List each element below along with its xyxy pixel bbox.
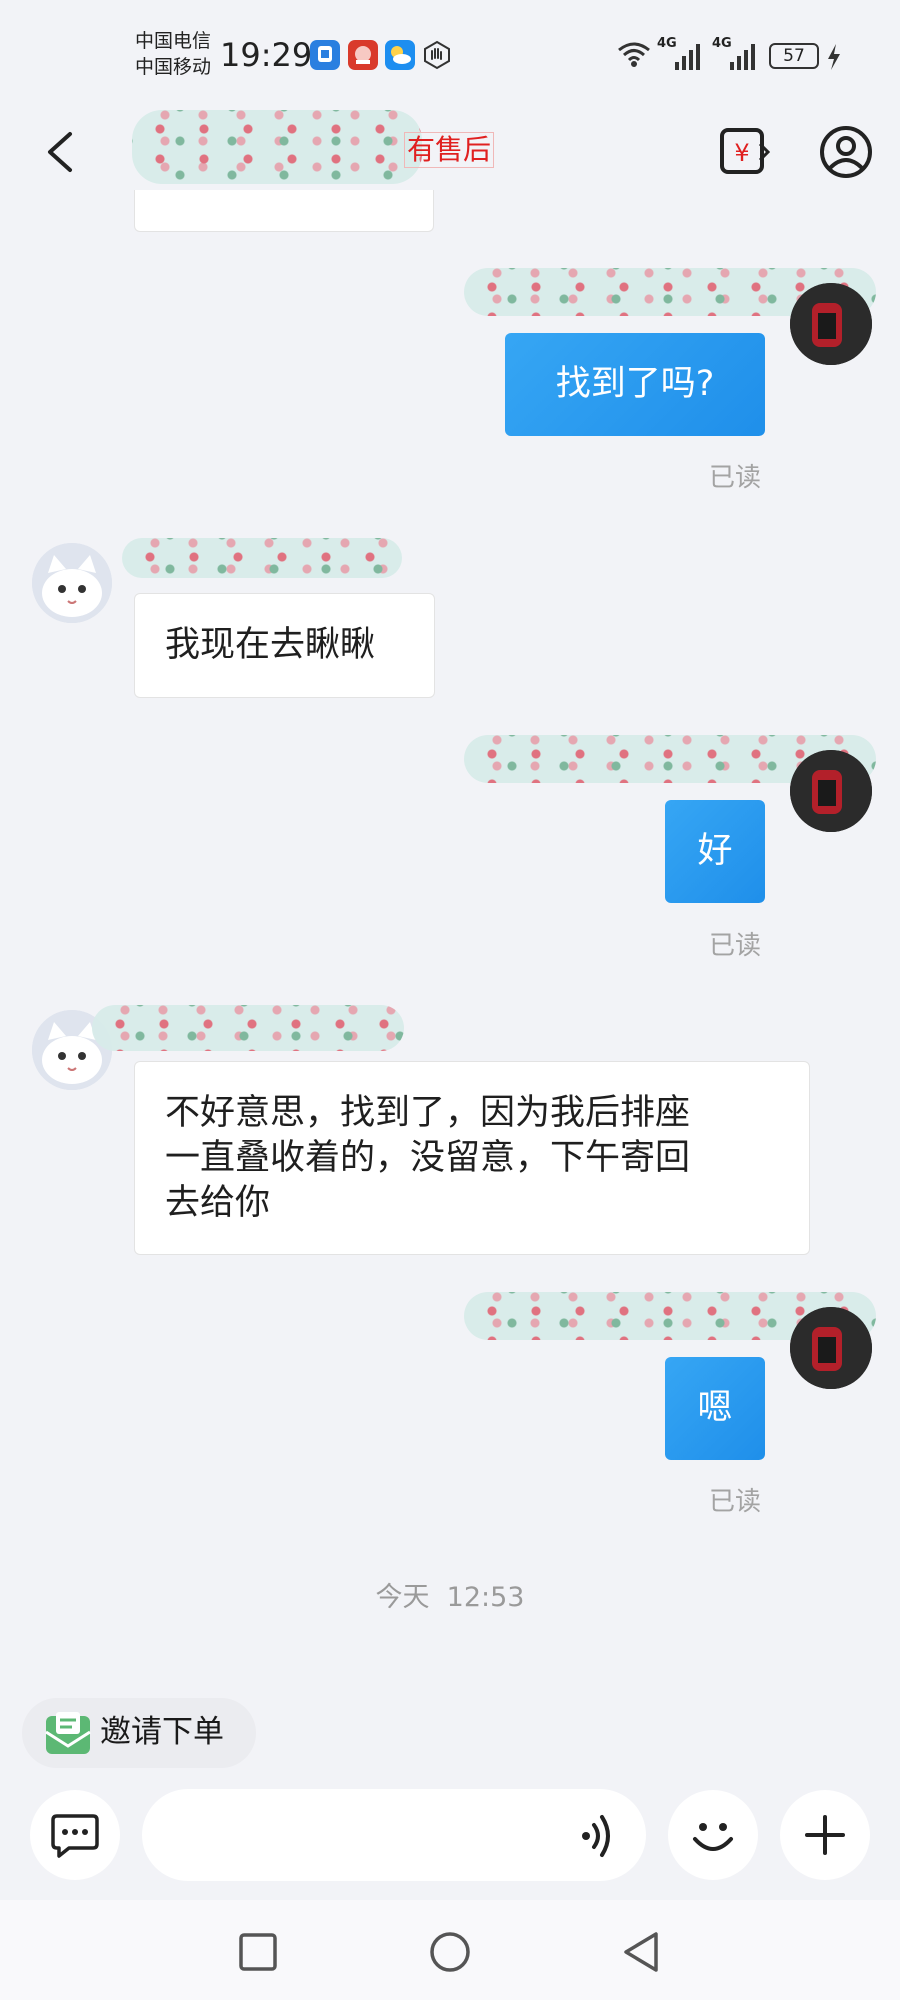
- home-button[interactable]: [428, 1930, 472, 1978]
- quick-reply-button[interactable]: [30, 1790, 120, 1880]
- car-seat-avatar-icon: [790, 750, 872, 832]
- voice-input-icon[interactable]: [580, 1813, 616, 1863]
- system-nav-bar: [0, 1900, 900, 2000]
- status-bar: 中国电信 中国移动 19:29 4G 4G 57: [0, 0, 900, 110]
- signal-2-icon: [728, 42, 758, 74]
- emoji-button[interactable]: [668, 1790, 758, 1880]
- message-bubble-in[interactable]: 不好意思，找到了，因为我后排座 一直叠收着的，没留意，下午寄回 去给你: [134, 1061, 810, 1255]
- charging-icon: [827, 44, 841, 74]
- carrier-1: 中国电信: [135, 30, 212, 52]
- back-nav-button[interactable]: [620, 1930, 662, 1978]
- read-receipt: 已读: [709, 1487, 762, 1517]
- contact-avatar[interactable]: [32, 543, 112, 623]
- message-line: 去给你: [165, 1182, 271, 1223]
- my-avatar[interactable]: [790, 1307, 872, 1389]
- payment-button[interactable]: ¥: [718, 126, 771, 182]
- message-bubble-out[interactable]: 嗯: [665, 1357, 765, 1460]
- profile-button[interactable]: [818, 124, 874, 184]
- carrier-2: 中国移动: [135, 56, 212, 78]
- message-bubble-out[interactable]: 找到了吗?: [505, 333, 765, 436]
- white-cat-avatar-icon: [32, 543, 112, 623]
- status-time: 19:29: [220, 36, 313, 74]
- svg-text:¥: ¥: [734, 139, 749, 167]
- square-icon: [239, 1933, 277, 1971]
- after-sales-tag: 有售后: [404, 132, 495, 168]
- invite-order-chip[interactable]: 邀请下单: [22, 1698, 256, 1768]
- plus-icon: [805, 1815, 845, 1855]
- contact-name-redacted: [92, 1005, 404, 1051]
- contact-name-redacted: [132, 110, 422, 184]
- user-profile-icon: [820, 126, 872, 178]
- app-notification-icon: [310, 40, 340, 70]
- car-seat-avatar-icon: [790, 283, 872, 365]
- back-button[interactable]: [42, 130, 78, 178]
- more-options-button[interactable]: [780, 1790, 870, 1880]
- circle-icon: [430, 1932, 470, 1972]
- chat-bubble-icon: [51, 1814, 99, 1858]
- message-bubble-partial: [134, 190, 434, 232]
- chevron-left-icon: [48, 132, 72, 172]
- message-input[interactable]: [142, 1789, 646, 1881]
- title-bar: 有售后 ¥: [0, 110, 900, 190]
- recent-apps-button[interactable]: [238, 1932, 278, 1976]
- my-avatar[interactable]: [790, 750, 872, 832]
- read-receipt: 已读: [709, 931, 762, 961]
- signal-1-icon: [673, 42, 703, 74]
- wifi-icon: [617, 40, 651, 72]
- smiley-icon: [693, 1823, 733, 1851]
- message-line: 一直叠收着的，没留意，下午寄回: [165, 1137, 691, 1178]
- chat-timestamp: 今天 12:53: [375, 1582, 525, 1613]
- message-bubble-out[interactable]: 好: [665, 800, 765, 903]
- message-bubble-in[interactable]: 我现在去瞅瞅: [134, 593, 435, 698]
- shopping-app-icon: [348, 40, 378, 70]
- envelope-icon: [44, 1710, 92, 1762]
- message-line: 不好意思，找到了，因为我后排座: [165, 1092, 691, 1133]
- car-seat-avatar-icon: [790, 1307, 872, 1389]
- weather-icon: [385, 40, 415, 70]
- hand-gesture-icon: [422, 40, 452, 70]
- my-avatar[interactable]: [790, 283, 872, 365]
- read-receipt: 已读: [709, 463, 762, 493]
- invite-order-label: 邀请下单: [100, 1714, 224, 1750]
- battery-level: 57: [769, 43, 819, 69]
- triangle-back-icon: [624, 1932, 658, 1972]
- contact-name-redacted: [122, 538, 402, 578]
- yuan-payment-icon: ¥: [720, 128, 771, 174]
